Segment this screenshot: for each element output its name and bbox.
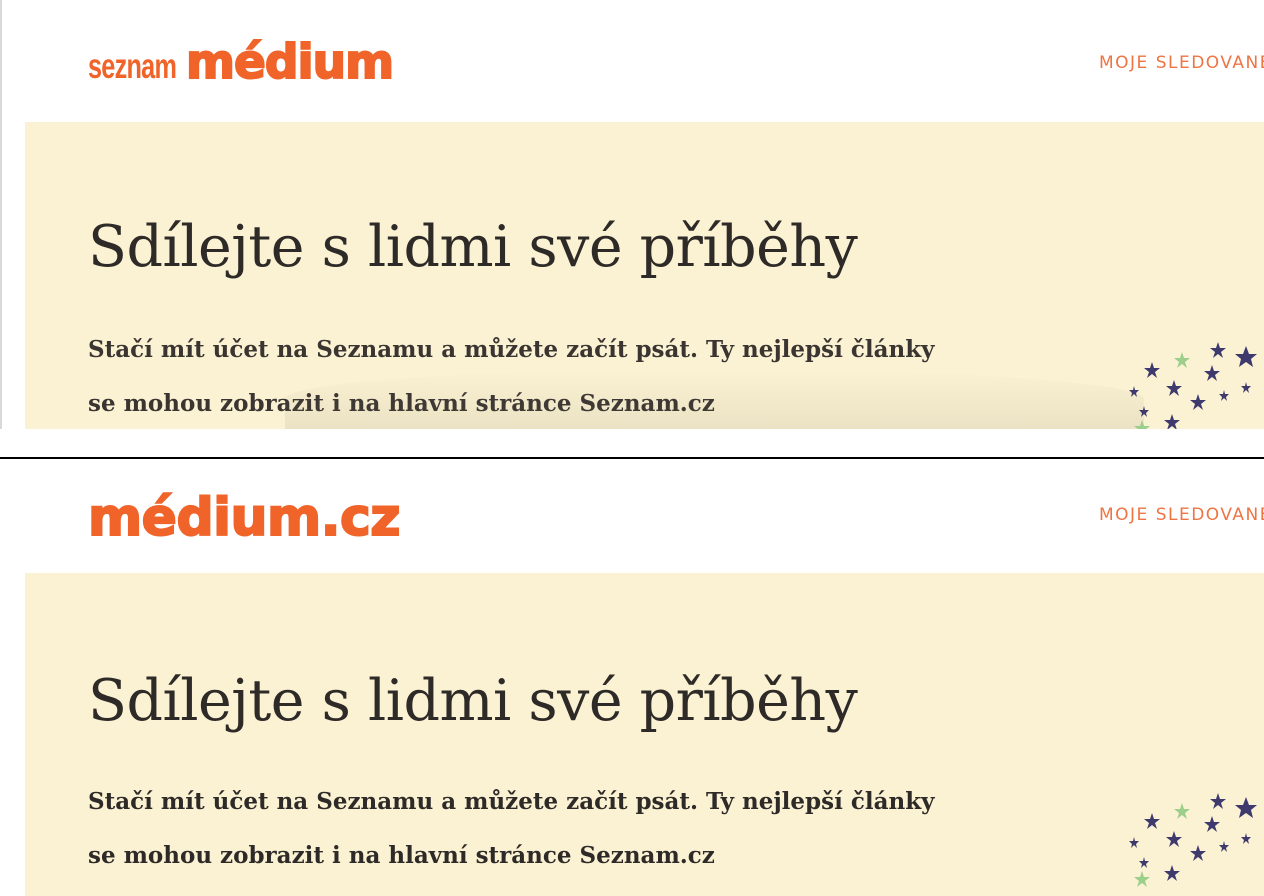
hero-title: Sdílejte s lidmi své příběhy <box>88 214 858 280</box>
nav-link-followed[interactable]: MOJE SLEDOVANÉ <box>1099 53 1264 73</box>
header-new-version: médium.cz MOJE SLEDOVANÉ Sdílejte s lidm… <box>0 460 1264 896</box>
hero-description-line-2: se mohou zobrazit i na hlavní stránce Se… <box>88 842 715 869</box>
hero-banner: Sdílejte s lidmi své příběhy Stačí mít ú… <box>25 573 1264 896</box>
hero-description-line-1: Stačí mít účet na Seznamu a můžete začít… <box>88 336 935 363</box>
header-old-version: seznam médium MOJE SLEDOVANÉ Sdílejte s … <box>0 0 1264 429</box>
hero-description-line-1: Stačí mít účet na Seznamu a můžete začít… <box>88 788 935 815</box>
stars-decoration-icon <box>1129 793 1257 887</box>
hero-description: Stačí mít účet na Seznamu a můžete začít… <box>88 775 1018 883</box>
site-logo[interactable]: seznam médium <box>88 35 395 90</box>
nav-link-followed[interactable]: MOJE SLEDOVANÉ <box>1099 505 1264 525</box>
logo-seznam-text: seznam <box>88 47 177 86</box>
divider <box>0 457 1264 459</box>
hero-banner: Sdílejte s lidmi své příběhy Stačí mít ú… <box>25 122 1264 429</box>
stars-decoration-icon <box>1129 342 1257 429</box>
hero-title: Sdílejte s lidmi své příběhy <box>88 668 858 734</box>
divider <box>0 0 2 429</box>
logo-medium-text: médium <box>185 35 395 90</box>
logo-medium-cz-text: médium.cz <box>87 488 402 548</box>
site-logo[interactable]: médium.cz <box>87 488 402 548</box>
shadow-overlay <box>285 369 1144 429</box>
